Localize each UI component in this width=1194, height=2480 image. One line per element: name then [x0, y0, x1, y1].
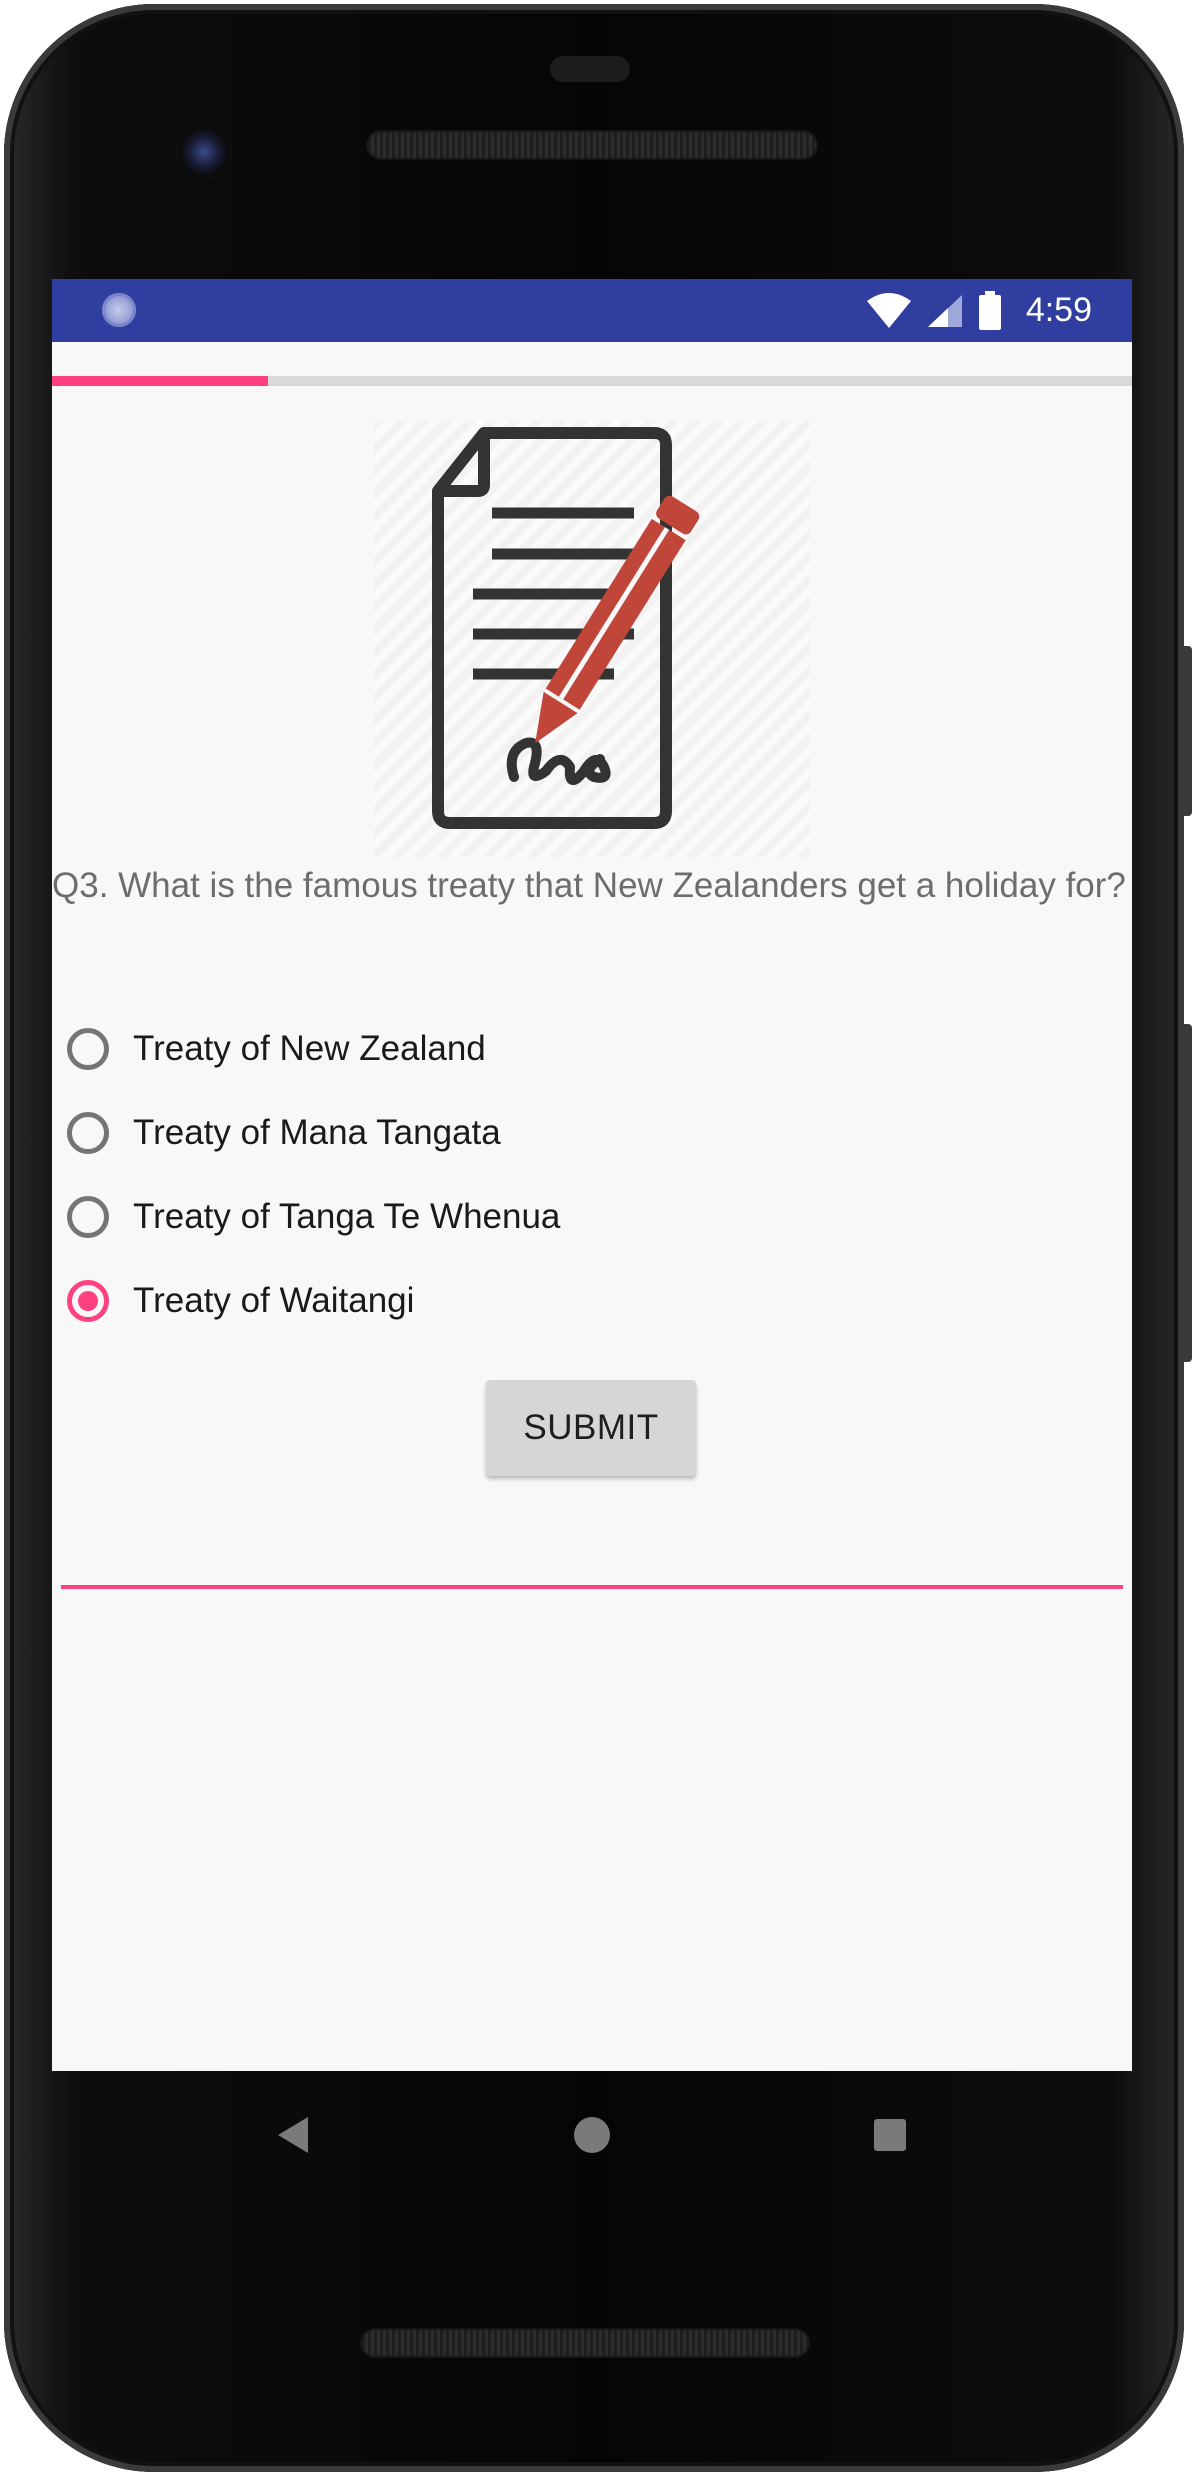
answer-option[interactable]: Treaty of Mana Tangata [64, 1091, 1114, 1175]
submit-button[interactable]: SUBMIT [486, 1380, 696, 1476]
radio-button[interactable] [67, 1196, 109, 1238]
navigation-bar [52, 2071, 1132, 2201]
answer-option[interactable]: Treaty of Waitangi [64, 1259, 1114, 1343]
answer-option-label: Treaty of Mana Tangata [133, 1113, 501, 1152]
notification-icon [102, 293, 136, 327]
app-screen: 4:59 Q3. What is the famous treaty that … [52, 279, 1132, 2071]
phone-frame: 4:59 Q3. What is the famous treaty that … [0, 0, 1194, 2480]
radio-button[interactable] [67, 1028, 109, 1070]
answer-radio-group: Treaty of New Zealand Treaty of Mana Tan… [64, 1007, 1114, 1343]
front-sensor [550, 56, 630, 82]
power-button [1180, 646, 1192, 816]
answer-option[interactable]: Treaty of Tanga Te Whenua [64, 1175, 1114, 1259]
status-icons: 4:59 [866, 279, 1092, 342]
quiz-progress-bar [52, 376, 1132, 386]
document-pen-icon [374, 421, 810, 857]
radio-button[interactable] [67, 1280, 109, 1322]
volume-button [1180, 1024, 1192, 1362]
answer-option-label: Treaty of Waitangi [133, 1281, 415, 1320]
wifi-icon [866, 292, 911, 328]
radio-button[interactable] [67, 1112, 109, 1154]
answer-option-label: Treaty of New Zealand [133, 1029, 486, 1068]
bottom-speaker-grille [362, 2330, 808, 2356]
question-text: Q3. What is the famous treaty that New Z… [52, 866, 1126, 905]
back-icon[interactable] [276, 2115, 310, 2155]
answer-option[interactable]: Treaty of New Zealand [64, 1007, 1114, 1091]
top-speaker-grille [368, 132, 816, 158]
battery-icon [978, 290, 1001, 330]
home-icon[interactable] [572, 2115, 612, 2155]
quiz-progress-fill [52, 376, 268, 386]
front-camera [176, 124, 232, 180]
status-bar: 4:59 [52, 279, 1132, 342]
answer-text-field[interactable] [61, 1585, 1123, 1589]
answer-option-label: Treaty of Tanga Te Whenua [133, 1197, 561, 1236]
status-time: 4:59 [1025, 291, 1092, 329]
recents-icon[interactable] [872, 2117, 908, 2153]
signal-icon [927, 294, 962, 327]
